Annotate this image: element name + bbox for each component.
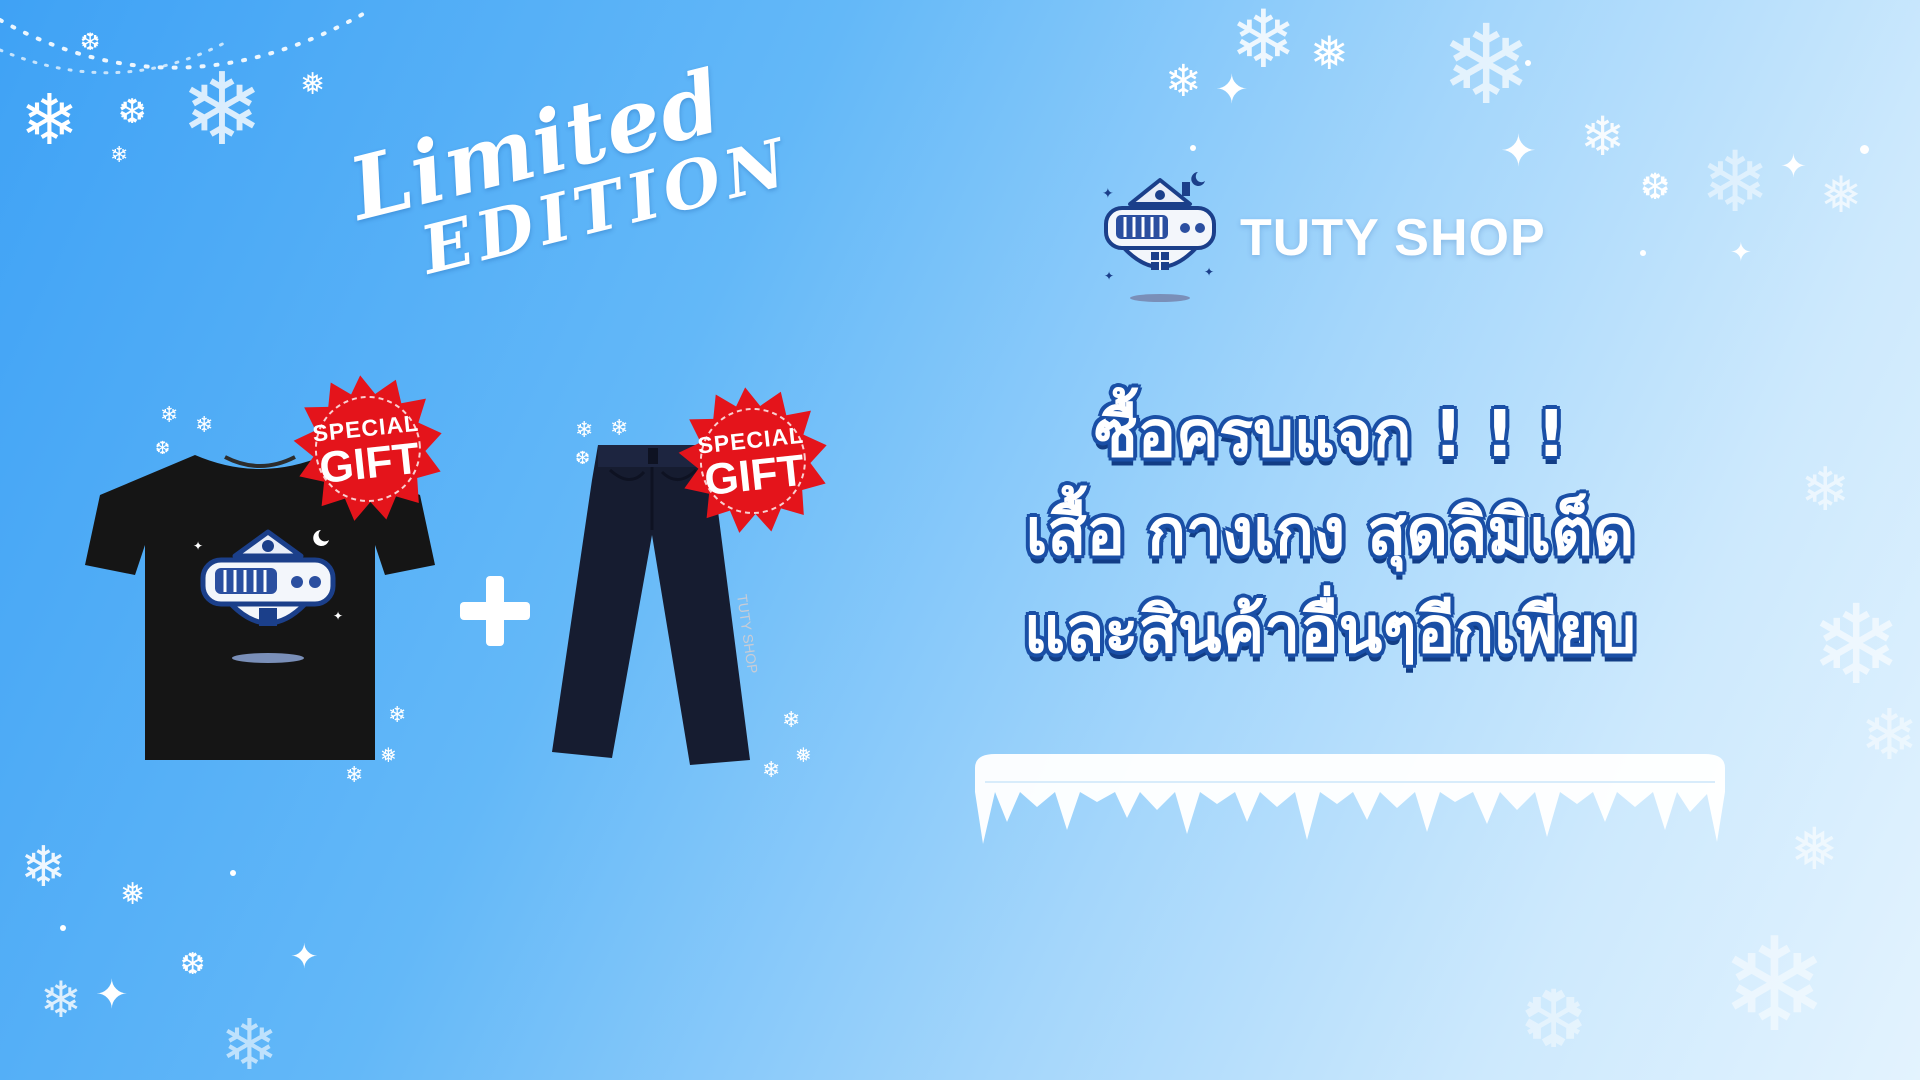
snowflake-icon: ❄ [110, 143, 129, 168]
snowflake-icon: ❆ [1640, 167, 1671, 208]
snowflake-icon: ❆ [80, 28, 101, 56]
snowflake-icon: ❄ [40, 971, 82, 1029]
svg-text:✦: ✦ [1204, 265, 1214, 279]
snowflake-icon: ❆ [180, 947, 206, 982]
badge-bottom-text: GIFT [701, 445, 807, 505]
promo-line-2: เสื้อ กางเกง สุดลิมิเต็ด [1025, 496, 1635, 570]
snowflake-icon: ❅ [1820, 166, 1862, 224]
brand-header: ✦ ✦ ✦ TUTY SHOP [1100, 168, 1546, 308]
snowflake-icon: ❅ [795, 743, 812, 767]
snowflake-icon: ❅ [300, 67, 326, 102]
snowflake-icon: ❄ [1165, 56, 1202, 107]
snowflake-icon: ❄ [575, 418, 594, 443]
snow-dot [60, 925, 66, 931]
pants-print-text: TUTY SHOP [734, 593, 760, 674]
snowflake-icon: ❆ [118, 92, 147, 132]
svg-text:✦: ✦ [333, 609, 343, 623]
promo-banner: ❄ ❄ ❆ ❅ ❄ ❆ ❄ ❅ ❄ ❄ ❄ ❆ ❄ ❅ ❄ ❄ ❅ ❄ ❆ ❄ … [0, 0, 1920, 1080]
svg-text:✦: ✦ [193, 539, 203, 553]
snowflake-icon: ❄ [1720, 909, 1829, 1061]
snowflake-icon: ❄ [180, 51, 264, 168]
sparkle-icon: ✦ [1780, 147, 1807, 185]
snowflake-icon: ❄ [1700, 133, 1771, 231]
snowflake-icon: ❄ [1810, 581, 1903, 709]
plus-icon [460, 576, 530, 646]
icicle-decoration [975, 754, 1725, 844]
sparkle-icon: ✦ [1215, 67, 1249, 113]
promo-text: ซื้อครบแจก ! ! ! เสื้อ กางเกง สุดลิมิเต็… [940, 395, 1720, 689]
snow-dot [230, 870, 236, 876]
badge-bottom-text: GIFT [316, 433, 422, 493]
snowflake-icon: ❆ [1520, 973, 1588, 1066]
snowflake-icon: ❄ [610, 416, 629, 441]
snowflake-icon: ❄ [195, 413, 214, 438]
snowflake-icon: ❄ [1800, 455, 1851, 525]
snowflake-icon: ❅ [1310, 26, 1349, 80]
snow-dot [1860, 145, 1869, 154]
limited-edition-title: Limited EDITION [340, 38, 799, 303]
snowflake-icon: ❄ [1440, 1, 1533, 129]
snowflake-icon: ❅ [120, 877, 146, 912]
special-gift-badge-shirt: SPECIAL GIFT [286, 368, 451, 533]
snowflake-icon: ❄ [20, 79, 79, 161]
shop-logo-icon: ✦ ✦ ✦ [1102, 172, 1216, 302]
snowflake-icon: ❄ [220, 1004, 279, 1080]
svg-text:✦: ✦ [1102, 186, 1114, 202]
snowflake-icon: ❄ [762, 758, 781, 783]
sparkle-icon: ✦ [1730, 238, 1752, 268]
snowflake-icon: ❅ [1790, 815, 1839, 883]
snowflake-icon: ❄ [160, 403, 179, 428]
promo-line-1: ซื้อครบแจก ! ! ! [1094, 398, 1566, 472]
snow-dot [1640, 250, 1646, 256]
snowflake-icon: ✦ [95, 972, 129, 1018]
snowflake-icon: ❄ [1860, 694, 1919, 776]
snowflake-icon: ❄ [1580, 105, 1626, 168]
special-gift-badge-pants: SPECIAL GIFT [671, 380, 836, 545]
snowflake-icon: ❄ [782, 708, 801, 733]
snowflake-icon: ❄ [20, 835, 67, 900]
brand-name: TUTY SHOP [1240, 209, 1546, 267]
snowflake-icon: ❄ [345, 763, 364, 788]
snowflake-icon: ✦ [290, 937, 319, 977]
promo-line-3: และสินค้าอื่นๆอีกเพียบ [1023, 594, 1637, 668]
snow-dot [1525, 60, 1531, 66]
snow-dot [1190, 145, 1196, 151]
svg-text:✦: ✦ [1104, 269, 1114, 283]
